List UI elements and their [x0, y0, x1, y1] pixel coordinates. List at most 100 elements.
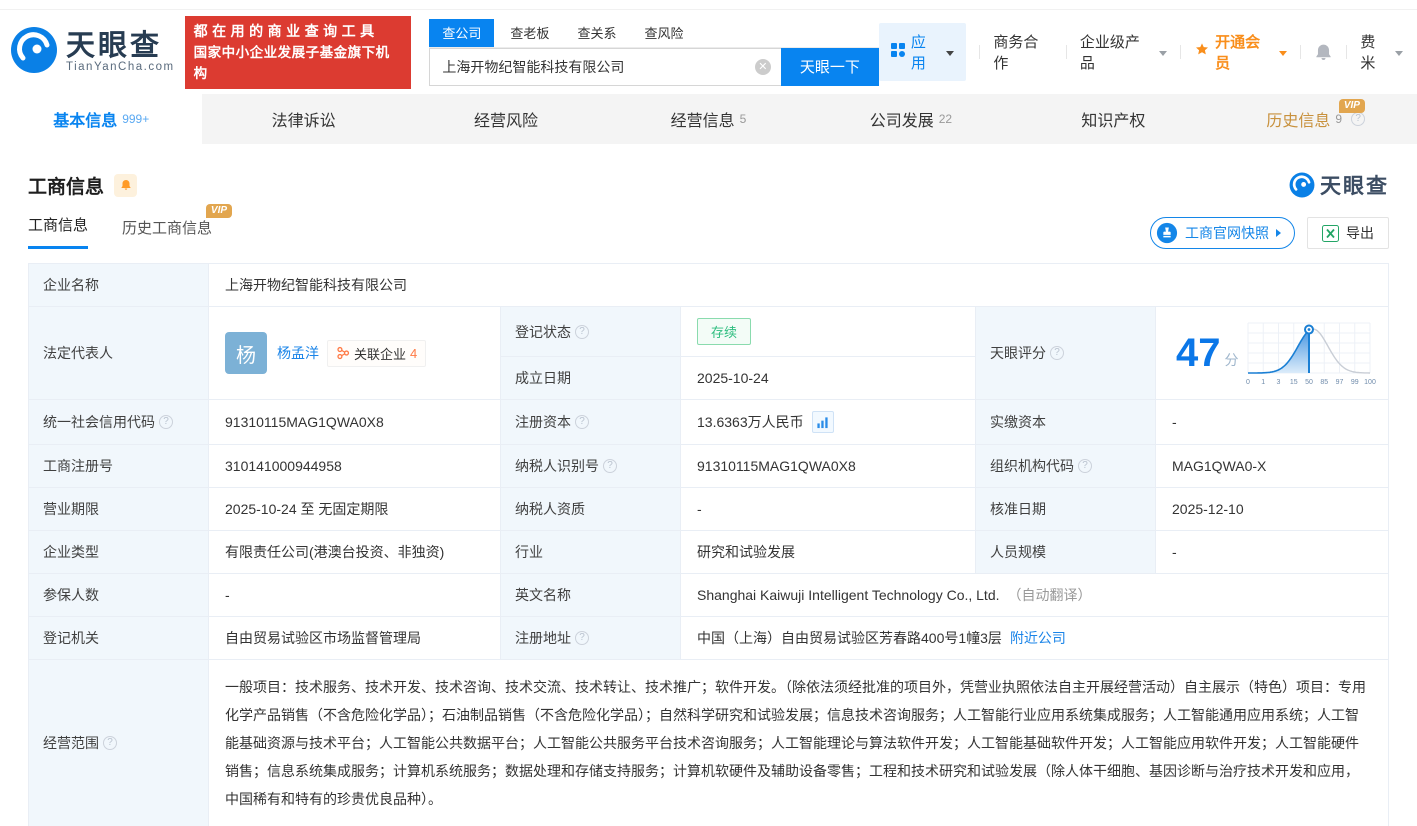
info-icon[interactable]: ?: [575, 324, 589, 339]
field-value-reg-authority: 自由贸易试验区市场监督管理局: [209, 617, 501, 659]
field-value-credit-code: 91310115MAG1QWA0X8: [209, 400, 501, 444]
field-value-staff-size: -: [1172, 544, 1177, 560]
info-icon[interactable]: ?: [575, 631, 589, 645]
notification-bell-icon[interactable]: [1314, 43, 1333, 62]
vip-badge: VIP: [205, 204, 233, 218]
svg-text:99: 99: [1351, 379, 1359, 386]
tab-operation-info[interactable]: 经营信息 5: [607, 94, 809, 144]
tab-company-development[interactable]: 公司发展 22: [810, 94, 1012, 144]
subtab-business-info[interactable]: 工商信息: [28, 214, 89, 249]
score-unit: 分: [1224, 352, 1239, 368]
history-help-icon[interactable]: ?: [1351, 112, 1366, 126]
tab-operation-risk[interactable]: 经营风险: [405, 94, 607, 144]
nav-open-vip[interactable]: 开通会员: [1194, 31, 1288, 73]
auto-translate-note: （自动翻译）: [1007, 587, 1092, 603]
field-value-reg-capital: 13.6363万人民币: [681, 400, 976, 444]
section-title: 工商信息: [28, 176, 105, 198]
field-label-business-term: 营业期限: [29, 488, 209, 530]
field-value-reg-address: 中国（上海）自由贸易试验区芳春路400号1幢3层 附近公司: [697, 628, 1066, 648]
info-icon[interactable]: ?: [575, 415, 589, 429]
vip-badge: VIP: [1338, 99, 1365, 113]
field-label-reg-address: 注册地址?: [501, 617, 681, 659]
field-label-org-code: 组织机构代码?: [976, 445, 1156, 487]
info-icon[interactable]: ?: [159, 415, 173, 429]
svg-text:85: 85: [1320, 379, 1328, 386]
search-input[interactable]: [429, 47, 781, 86]
slogan-line2: 国家中小企业发展子基金旗下机构: [193, 44, 390, 81]
crown-icon: [1194, 42, 1210, 62]
site-header: 天眼查 TianYanCha.com 都在用的商业查询工具 国家中小企业发展子基…: [0, 10, 1417, 94]
svg-text:15: 15: [1290, 379, 1298, 386]
official-snapshot-button[interactable]: 工商官网快照: [1150, 217, 1295, 249]
field-label-credit-code: 统一社会信用代码?: [29, 400, 209, 444]
field-label-tianyan-score: 天眼评分?: [976, 307, 1156, 399]
related-companies-badge[interactable]: 关联企业 4: [327, 339, 427, 367]
field-value-insured-count: -: [209, 574, 501, 616]
field-value-reg-number: 310141000944958: [209, 445, 501, 487]
legal-rep-avatar[interactable]: 杨: [225, 332, 267, 374]
business-info-table: 企业名称 上海开物纪智能科技有限公司 法定代表人 杨 杨孟洋 关联企业 4 登记…: [28, 263, 1389, 826]
row-reg-authority: 登记机关 自由贸易试验区市场监督管理局 注册地址? 中国（上海）自由贸易试验区芳…: [29, 617, 1388, 660]
search-tab-relation[interactable]: 查关系: [577, 19, 616, 47]
field-label-approval-date: 核准日期: [976, 488, 1156, 530]
slogan-line1: 都在用的商业查询工具: [193, 22, 379, 39]
tab-intellectual-property[interactable]: 知识产权: [1012, 94, 1214, 144]
info-icon[interactable]: ?: [1050, 346, 1064, 360]
apps-grid-icon: [890, 43, 905, 61]
tab-legal-litigation[interactable]: 法律诉讼: [202, 94, 404, 144]
row-establish-date: 成立日期 2025-10-24: [501, 357, 975, 399]
field-value-company-type: 有限责任公司(港澳台投资、非独资): [209, 531, 501, 573]
svg-text:100: 100: [1364, 379, 1376, 386]
field-value-reg-status: 存续: [681, 307, 975, 356]
svg-text:50: 50: [1305, 379, 1313, 386]
field-value-english-name: Shanghai Kaiwuji Intelligent Technology …: [697, 587, 1092, 603]
field-value-establish-date: 2025-10-24: [697, 370, 769, 386]
search-tab-boss[interactable]: 查老板: [510, 19, 549, 47]
field-label-industry: 行业: [501, 531, 681, 573]
field-value-paid-capital: -: [1172, 414, 1177, 430]
apps-caret-icon: [946, 50, 955, 56]
field-label-business-scope: 经营范围?: [29, 660, 209, 826]
user-menu[interactable]: 费米: [1360, 31, 1403, 73]
field-value-business-term: 2025-10-24 至 无固定期限: [209, 488, 501, 530]
search-tab-company[interactable]: 查公司: [429, 18, 495, 47]
field-value-tianyan-score: 47 分 0 1 3 15 50 85 97 99 100: [1156, 307, 1388, 399]
org-network-icon: [337, 346, 350, 360]
subtab-history-business-info[interactable]: VIP 历史工商信息: [122, 204, 233, 249]
monitor-bell-icon[interactable]: [114, 173, 138, 197]
tab-basic-info[interactable]: 基本信息 999+: [0, 94, 203, 144]
info-icon[interactable]: ?: [103, 736, 117, 750]
legal-rep-name-link[interactable]: 杨孟洋: [277, 343, 319, 363]
field-label-company-name: 企业名称: [29, 264, 209, 306]
search-tabs: 查公司 查老板 查关系 查风险: [429, 18, 879, 48]
row-business-term: 营业期限 2025-10-24 至 无固定期限 纳税人资质 - 核准日期 202…: [29, 488, 1388, 531]
row-reg-status: 登记状态? 存续: [501, 307, 975, 357]
search-button[interactable]: 天眼一下: [780, 47, 879, 86]
search-tab-risk[interactable]: 查风险: [644, 19, 683, 47]
field-value-taxpayer-id: 91310115MAG1QWA0X8: [681, 445, 976, 487]
info-icon[interactable]: ?: [603, 459, 617, 473]
apps-menu[interactable]: 应用: [878, 23, 967, 81]
tianyancha-logo[interactable]: 天眼查 TianYanCha.com: [10, 26, 175, 79]
field-value-business-scope: 一般项目：技术服务、技术开发、技术咨询、技术交流、技术转让、技术推广；软件开发。…: [225, 679, 1366, 807]
nearby-companies-link[interactable]: 附近公司: [1010, 628, 1066, 648]
tab-history-info[interactable]: VIP 历史信息 9 ?: [1215, 94, 1417, 144]
row-business-scope: 经营范围? 一般项目：技术服务、技术开发、技术咨询、技术交流、技术转让、技术推广…: [29, 660, 1388, 826]
field-label-legal-rep: 法定代表人: [29, 307, 209, 399]
export-button[interactable]: 导出: [1307, 217, 1389, 249]
row-reg-number: 工商注册号 310141000944958 纳税人识别号? 91310115MA…: [29, 445, 1388, 488]
field-label-reg-authority: 登记机关: [29, 617, 209, 659]
field-label-staff-size: 人员规模: [976, 531, 1156, 573]
field-value-company-name: 上海开物纪智能科技有限公司: [225, 277, 407, 293]
capital-chart-icon[interactable]: [811, 411, 834, 433]
clear-search-icon[interactable]: ✕: [754, 58, 771, 75]
svg-text:97: 97: [1336, 379, 1344, 386]
username: 费米: [1360, 34, 1376, 72]
excel-icon: [1322, 224, 1339, 242]
field-label-reg-status: 登记状态?: [501, 307, 681, 356]
nav-enterprise-products[interactable]: 企业级产品: [1080, 31, 1168, 73]
nav-cooperation[interactable]: 商务合作: [993, 31, 1053, 73]
info-icon[interactable]: ?: [1078, 459, 1092, 473]
row-legal-rep: 法定代表人 杨 杨孟洋 关联企业 4 登记状态? 存续 成立日期 2025-10…: [29, 307, 1388, 400]
arrow-right-icon: [1276, 229, 1281, 237]
